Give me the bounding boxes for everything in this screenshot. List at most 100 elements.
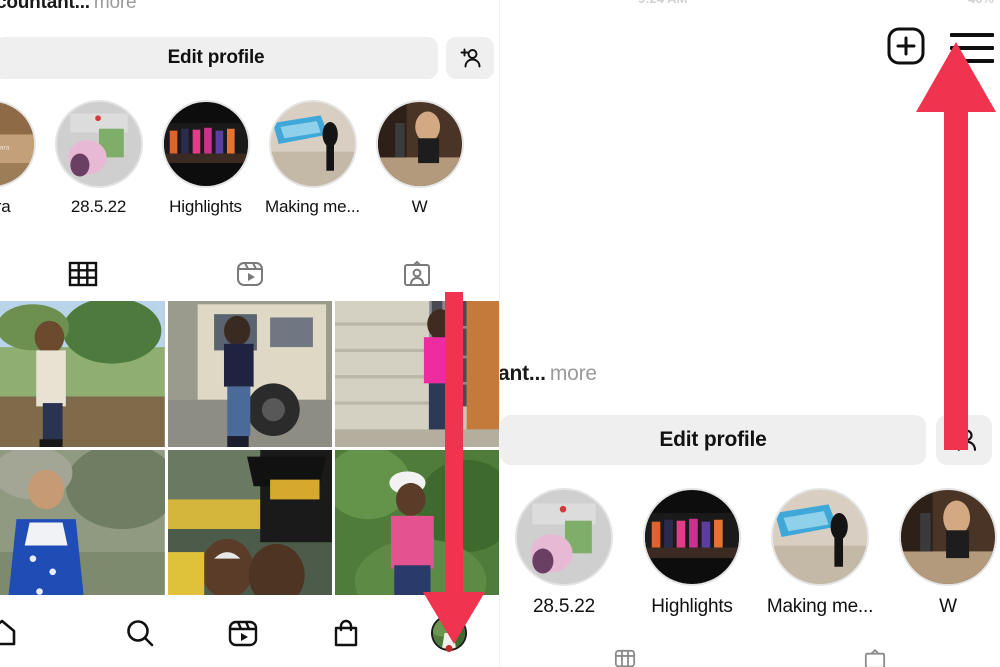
reels-tab[interactable] [167,259,334,289]
profile-nav-button[interactable] [397,615,500,651]
status-bar: 9:24 AM 46% [500,0,1000,7]
highlight-label: 28.5.22 [71,197,126,217]
highlight-thumb-mara: Masai Mara [0,102,34,186]
highlight-item[interactable]: Making me... [259,100,366,217]
bio-text: countant... [0,0,90,13]
highlight-thumb-w [378,102,462,186]
post-thumbnail[interactable] [335,301,500,447]
add-person-button[interactable] [936,415,992,465]
plus-square-icon [886,26,926,66]
search-icon [124,617,156,649]
new-post-button[interactable] [886,26,926,71]
post-grid [0,301,500,595]
svg-text:Masai Mara: Masai Mara [0,145,9,152]
highlight-thumb-28522 [517,490,611,584]
edit-profile-button[interactable]: Edit profile [0,37,438,79]
highlight-cover [643,488,741,586]
status-time: 9:24 AM [638,0,687,6]
highlight-label: Making me... [265,197,360,217]
add-person-icon [457,45,483,71]
shop-nav-button[interactable] [294,617,397,649]
tagged-person-icon [402,259,432,289]
add-person-button[interactable] [446,37,494,79]
search-nav-button[interactable] [89,617,192,649]
post-thumbnail[interactable] [168,301,333,447]
highlight-thumb-highlights [645,490,739,584]
post-image-4 [0,450,165,596]
status-indicators: 46% [968,0,994,6]
story-highlights-row: Masai Mara Mara 28.5.22 [0,100,500,224]
profile-tabbar-partial [500,648,1000,667]
highlight-item[interactable]: W [366,100,473,217]
grid-icon [68,259,98,289]
hamburger-line [950,33,994,37]
highlight-thumb-makingme [773,490,867,584]
post-thumbnail[interactable] [335,450,500,596]
highlight-item[interactable]: 28.5.22 [500,488,628,618]
highlight-item[interactable]: Masai Mara Mara [0,100,45,217]
highlight-label: Mara [0,197,10,217]
highlight-item[interactable]: 28.5.22 [45,100,152,217]
highlight-cover [376,100,464,188]
highlight-thumb-makingme [271,102,355,186]
highlight-cover: Masai Mara [0,100,36,188]
left-screenshot-panel: countant... more Edit profile [0,0,500,667]
post-image-5 [168,450,333,596]
reels-nav-button[interactable] [192,617,295,649]
post-image-3 [335,301,500,447]
bottom-navigation-bar [0,598,500,667]
profile-action-row: Edit profile [0,36,494,80]
highlight-item[interactable]: Highlights [628,488,756,618]
highlight-cover [55,100,143,188]
home-icon [0,617,18,649]
highlight-thumb-w [901,490,995,584]
highlight-label: Making me... [767,596,873,618]
bio-more-link[interactable]: more [94,0,137,13]
highlight-cover [162,100,250,188]
highlight-label: W [412,197,428,217]
screenshot-stage: countant... more Edit profile [0,0,1000,667]
profile-bio-line: countant... more [0,0,136,14]
profile-header-icons [814,20,994,76]
hamburger-line [950,46,994,50]
menu-button[interactable] [950,33,994,63]
profile-tabbar [0,248,500,300]
notification-dot [445,645,452,652]
highlight-item[interactable]: Making me... [756,488,884,618]
highlight-cover [771,488,869,586]
post-thumbnail[interactable] [0,450,165,596]
tagged-tab[interactable] [333,259,500,289]
right-screenshot-panel: 9:24 AM 46% 47 Posts 1,096 [500,0,1000,667]
home-nav-button[interactable] [0,617,89,649]
grid-icon [608,648,642,667]
reels-icon [235,259,265,289]
highlight-label: Highlights [651,596,732,618]
tagged-tab[interactable] [750,648,1000,667]
grid-tab[interactable] [0,259,167,289]
profile-action-row: Edit profile [500,414,992,466]
shopping-bag-icon [330,617,362,649]
bio-more-link[interactable]: more [550,362,597,385]
post-image-6 [335,450,500,596]
reels-icon [227,617,259,649]
add-person-icon [949,425,979,455]
profile-bio-line: ant...more [500,362,597,386]
highlight-thumb-28522 [57,102,141,186]
post-thumbnail[interactable] [168,450,333,596]
edit-profile-button[interactable]: Edit profile [500,415,926,465]
highlight-label: Highlights [169,197,242,217]
post-image-2 [168,301,333,447]
bio-text: ant... [500,362,546,385]
post-thumbnail[interactable] [0,301,165,447]
grid-tab[interactable] [500,648,750,667]
highlight-cover [899,488,997,586]
highlight-label: 28.5.22 [533,596,595,618]
tagged-person-icon [858,648,892,667]
highlight-item[interactable]: Highlights [152,100,259,217]
post-image-1 [0,301,165,447]
highlight-cover [269,100,357,188]
highlight-item[interactable]: W [884,488,1000,618]
highlight-label: W [939,596,957,618]
story-highlights-row: 28.5.22 Highlights [500,488,1000,628]
highlight-cover [515,488,613,586]
